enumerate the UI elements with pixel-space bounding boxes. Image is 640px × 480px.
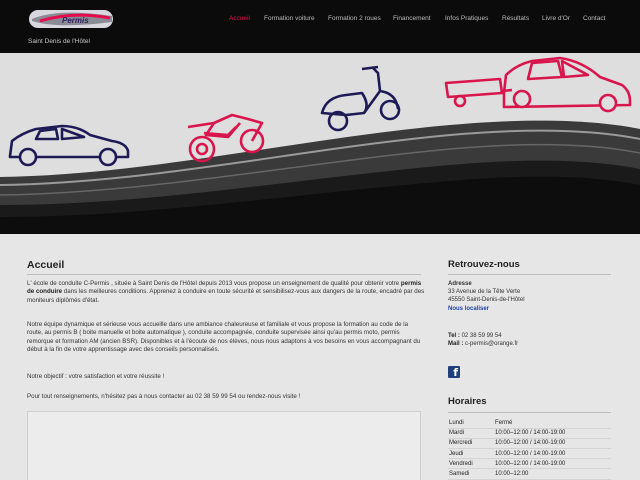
hours-day: Samedi bbox=[448, 468, 494, 480]
address-line: 45550 Saint-Denis-de-l'Hôtel bbox=[448, 297, 525, 304]
hours-day: Mercredi bbox=[448, 438, 494, 450]
main-content: Accueil L' école de conduite C-Permis , … bbox=[0, 234, 640, 480]
map-embed[interactable] bbox=[27, 411, 421, 480]
objective-paragraph: Notre objectif : votre satisfaction et v… bbox=[27, 373, 165, 380]
hours-title: Horaires bbox=[448, 396, 487, 407]
hours-time: 10:00–12:00 bbox=[494, 468, 611, 480]
hours-day: Lundi bbox=[448, 418, 494, 429]
nav-accueil[interactable]: Accueil bbox=[229, 15, 250, 22]
contact-paragraph: Pour tout renseignements, n'hésitez pas … bbox=[27, 393, 301, 400]
main-nav: Accueil Formation voiture Formation 2 ro… bbox=[0, 15, 640, 25]
intro-text-b: dans les meilleures conditions. Apprenez… bbox=[27, 288, 425, 304]
nav-infos-pratiques[interactable]: Infos Pratiques bbox=[445, 15, 488, 22]
table-row: Mardi 10:00–12:00 / 14:00-19:00 bbox=[448, 428, 611, 439]
nav-formation-2-roues[interactable]: Formation 2 roues bbox=[328, 15, 381, 22]
mail-label: Mail : bbox=[448, 341, 464, 348]
divider bbox=[448, 412, 611, 413]
hours-time: 10:00–12:00 / 14:00-19:00 bbox=[494, 428, 611, 439]
nav-contact[interactable]: Contact bbox=[583, 15, 605, 22]
scooter-icon bbox=[320, 65, 401, 132]
map-link[interactable]: Nous localiser bbox=[448, 306, 489, 312]
car-with-trailer-icon bbox=[444, 56, 632, 113]
sidebar-title: Retrouvez-nous bbox=[448, 259, 520, 270]
contact-block: Tel : 02 38 59 99 54 Mail : c-permis@ora… bbox=[448, 332, 518, 348]
nav-financement[interactable]: Financement bbox=[393, 15, 431, 22]
site-header: Permis Saint Denis de l'Hôtel Accueil Fo… bbox=[0, 0, 640, 53]
hero-banner bbox=[0, 53, 640, 234]
table-row: Lundi Fermé bbox=[448, 418, 611, 429]
table-row: Samedi 10:00–12:00 bbox=[448, 468, 611, 480]
hours-time: Fermé bbox=[494, 418, 611, 429]
table-row: Jeudi 10:00–12:00 / 14:00-19:00 bbox=[448, 448, 611, 460]
nav-livre-dor[interactable]: Livre d'Or bbox=[542, 15, 570, 22]
hours-day: Mardi bbox=[448, 428, 494, 439]
hours-time: 10:00–12:00 / 14:00-19:00 bbox=[494, 458, 611, 470]
nav-resultats[interactable]: Résultats bbox=[502, 15, 529, 22]
table-row: Vendredi 10:00–12:00 / 14:00-19:00 bbox=[448, 458, 611, 470]
intro-text-a: L' école de conduite C-Permis , située à… bbox=[27, 280, 401, 287]
address-line: 33 Avenue de la Tête Verte bbox=[448, 289, 521, 296]
table-row: Mercredi 10:00–12:00 / 14:00-19:00 bbox=[448, 438, 611, 450]
hours-time: 10:00–12:00 / 14:00-19:00 bbox=[494, 438, 611, 450]
intro-paragraph: L' école de conduite C-Permis , située à… bbox=[27, 280, 425, 305]
divider bbox=[27, 274, 421, 275]
hours-day: Vendredi bbox=[448, 458, 494, 470]
mail-value[interactable]: c-permis@orange.fr bbox=[465, 341, 518, 347]
facebook-icon[interactable]: f bbox=[448, 366, 460, 379]
page-title: Accueil bbox=[27, 259, 65, 271]
divider bbox=[448, 274, 611, 275]
car-icon bbox=[8, 124, 130, 167]
tagline: Saint Denis de l'Hôtel bbox=[28, 38, 90, 45]
hours-time: 10:00–12:00 / 14:00-19:00 bbox=[494, 448, 611, 460]
hours-table: Lundi Fermé Mardi 10:00–12:00 / 14:00-19:0… bbox=[448, 418, 611, 480]
banner-illustration bbox=[0, 56, 640, 234]
nav-formation-voiture[interactable]: Formation voiture bbox=[264, 15, 315, 22]
tel-value: 02 38 59 99 54 bbox=[461, 333, 502, 339]
address-label: Adresse bbox=[448, 281, 472, 287]
team-paragraph: Notre équipe dynamique et sérieuse vous … bbox=[27, 321, 421, 354]
tel-label: Tel : bbox=[448, 333, 460, 339]
hours-day: Jeudi bbox=[448, 448, 494, 460]
address-block: Adresse 33 Avenue de la Tête Verte 45550… bbox=[448, 280, 525, 313]
